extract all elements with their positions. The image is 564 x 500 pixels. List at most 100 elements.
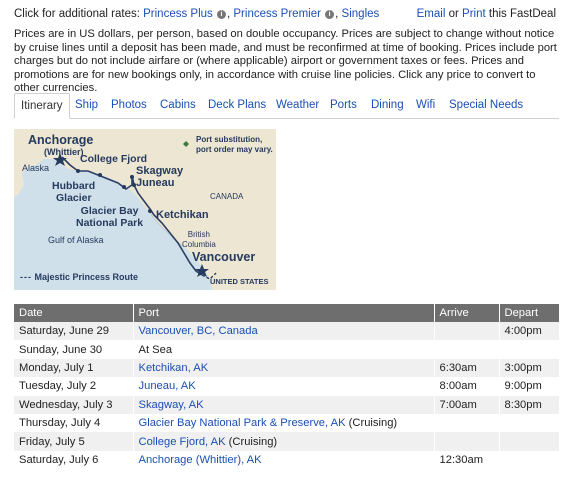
tab-cabins[interactable]: Cabins: [160, 93, 196, 117]
table-row: Saturday, July 6 Anchorage (Whittier), A…: [14, 450, 559, 470]
port-header: Port: [132, 304, 434, 322]
us-label: UNITED STATES: [210, 277, 269, 286]
singles-link[interactable]: Singles: [342, 8, 380, 20]
skagway-label: Skagway: [136, 165, 184, 177]
arrive-cell: [433, 322, 499, 341]
tab-special-needs[interactable]: Special Needs: [449, 93, 523, 117]
port-link[interactable]: Juneau, AK: [139, 380, 196, 392]
vancouver-label: Vancouver: [192, 250, 256, 264]
ketchikan-label: Ketchikan: [156, 209, 209, 221]
date-cell: Thursday, July 4: [14, 413, 133, 433]
legend-label: Majestic Princess Route: [34, 272, 139, 282]
port-link[interactable]: Vancouver, BC, Canada: [139, 325, 258, 337]
tab-weather[interactable]: Weather: [276, 93, 319, 117]
tab-photos[interactable]: Photos: [111, 93, 147, 117]
top-bar: Click for additional rates: Princess Plu…: [14, 8, 556, 24]
rates-links: Click for additional rates: Princess Plu…: [14, 8, 380, 20]
rates-lead-text: Click for additional rates:: [14, 8, 140, 20]
skagway-dot: [130, 175, 134, 179]
port-link[interactable]: Ketchikan, AK: [139, 362, 209, 374]
port-cell: Skagway, AK: [132, 395, 434, 414]
date-cell: Saturday, June 29: [14, 322, 133, 341]
depart-cell: [498, 413, 559, 433]
port-link[interactable]: Glacier Bay National Park & Preserve, AK: [139, 417, 346, 429]
tab-itinerary[interactable]: Itinerary: [14, 93, 70, 119]
port-link[interactable]: College Fjord, AK: [139, 436, 226, 448]
hubbard-label-2: Glacier: [56, 192, 92, 204]
arrive-cell: 12:30am: [433, 450, 499, 470]
map-legend: --- Majestic Princess Route: [20, 272, 138, 282]
port-cell: Juneau, AK: [132, 377, 434, 396]
hubbard-label-1: Hubbard: [52, 180, 96, 192]
print-link[interactable]: Print: [462, 8, 486, 20]
tab-ports[interactable]: Ports: [330, 93, 357, 117]
date-cell: Monday, July 1: [14, 358, 133, 378]
legend-dash-icon: ---: [20, 272, 32, 282]
princess-premier-link[interactable]: Princess Premier: [233, 8, 321, 20]
date-cell: Saturday, July 6: [14, 450, 133, 470]
depart-cell: 3:00pm: [498, 358, 559, 378]
arrive-cell: [433, 413, 499, 433]
share-links: Email or Print this FastDeal: [417, 8, 556, 20]
port-cell: Anchorage (Whittier), AK: [132, 450, 434, 470]
depart-cell: 9:00pm: [498, 377, 559, 396]
tab-dining[interactable]: Dining: [371, 93, 404, 117]
arrive-cell: [433, 432, 499, 451]
table-header-row: Date Port Arrive Depart: [14, 304, 559, 322]
table-row: Wednesday, July 3 Skagway, AK 7:00am 8:3…: [14, 395, 559, 414]
port-cell: Glacier Bay National Park & Preserve, AK…: [132, 413, 434, 433]
port-note: (Cruising): [345, 417, 398, 430]
glacier-bay-dot: [122, 185, 126, 189]
port-note-2: port order may vary.: [196, 145, 273, 154]
port-note: (Cruising): [225, 435, 278, 448]
anchorage-label: Anchorage: [28, 133, 94, 147]
whittier-label: (Whittier): [44, 147, 84, 157]
fastdeal-text: this FastDeal: [488, 8, 556, 20]
arrive-cell: 8:00am: [433, 377, 499, 396]
depart-cell: 8:30pm: [498, 395, 559, 414]
tab-deck-plans[interactable]: Deck Plans: [208, 93, 266, 117]
port-link[interactable]: Skagway, AK: [139, 399, 204, 411]
alaska-label: Alaska: [22, 163, 50, 173]
skagway-juneau-label: Skagway Juneau: [136, 165, 183, 189]
depart-cell: [498, 450, 559, 470]
depart-header: Depart: [498, 304, 559, 322]
gulf-label: Gulf of Alaska: [48, 235, 104, 245]
price-notice: Prices are in US dollars, per person, ba…: [14, 28, 557, 95]
tab-wifi[interactable]: Wifi: [416, 93, 435, 117]
depart-cell: [498, 340, 559, 359]
port-link[interactable]: Anchorage (Whittier), AK: [139, 454, 262, 466]
ketchikan-dot: [148, 209, 152, 213]
princess-plus-link[interactable]: Princess Plus: [143, 8, 213, 20]
tab-bar: Itinerary Ship Photos Cabins Deck Plans …: [14, 93, 559, 119]
table-row: Thursday, July 4 Glacier Bay National Pa…: [14, 413, 559, 433]
route-map: Anchorage (Whittier) College Fjord Alask…: [14, 129, 276, 290]
depart-cell: [498, 432, 559, 451]
date-cell: Tuesday, July 2: [14, 377, 133, 396]
tab-ship[interactable]: Ship: [75, 93, 98, 117]
arrive-cell: 6:30am: [433, 358, 499, 378]
hubbard-dot: [98, 173, 102, 177]
glacier-bay-label-1: Glacier Bay: [80, 205, 139, 217]
date-cell: Sunday, June 30: [14, 340, 133, 359]
date-cell: Friday, July 5: [14, 432, 133, 451]
hubbard-glacier-label: Hubbard Glacier: [52, 180, 95, 204]
arrive-cell: 7:00am: [433, 395, 499, 414]
info-icon[interactable]: i: [325, 10, 335, 19]
or-text: or: [448, 8, 459, 20]
table-row: Tuesday, July 2 Juneau, AK 8:00am 9:00pm: [14, 377, 559, 396]
port-note: Port substitution, port order may vary.: [196, 135, 273, 155]
british-columbia-label: British Columbia: [182, 230, 216, 250]
arrive-header: Arrive: [433, 304, 499, 322]
date-cell: Wednesday, July 3: [14, 395, 133, 414]
email-link[interactable]: Email: [417, 8, 446, 20]
bc-label-2: Columbia: [182, 240, 216, 249]
port-cell: At Sea: [132, 340, 434, 359]
college-fjord-dot: [76, 169, 80, 173]
info-icon[interactable]: i: [217, 10, 226, 19]
bc-label-1: British: [187, 230, 211, 239]
itinerary-table: Date Port Arrive Depart Saturday, June 2…: [14, 304, 559, 470]
table-row: Saturday, June 29 Vancouver, BC, Canada …: [14, 322, 559, 341]
port-note-1: Port substitution,: [196, 135, 263, 144]
table-row: Sunday, June 30 At Sea: [14, 340, 559, 359]
